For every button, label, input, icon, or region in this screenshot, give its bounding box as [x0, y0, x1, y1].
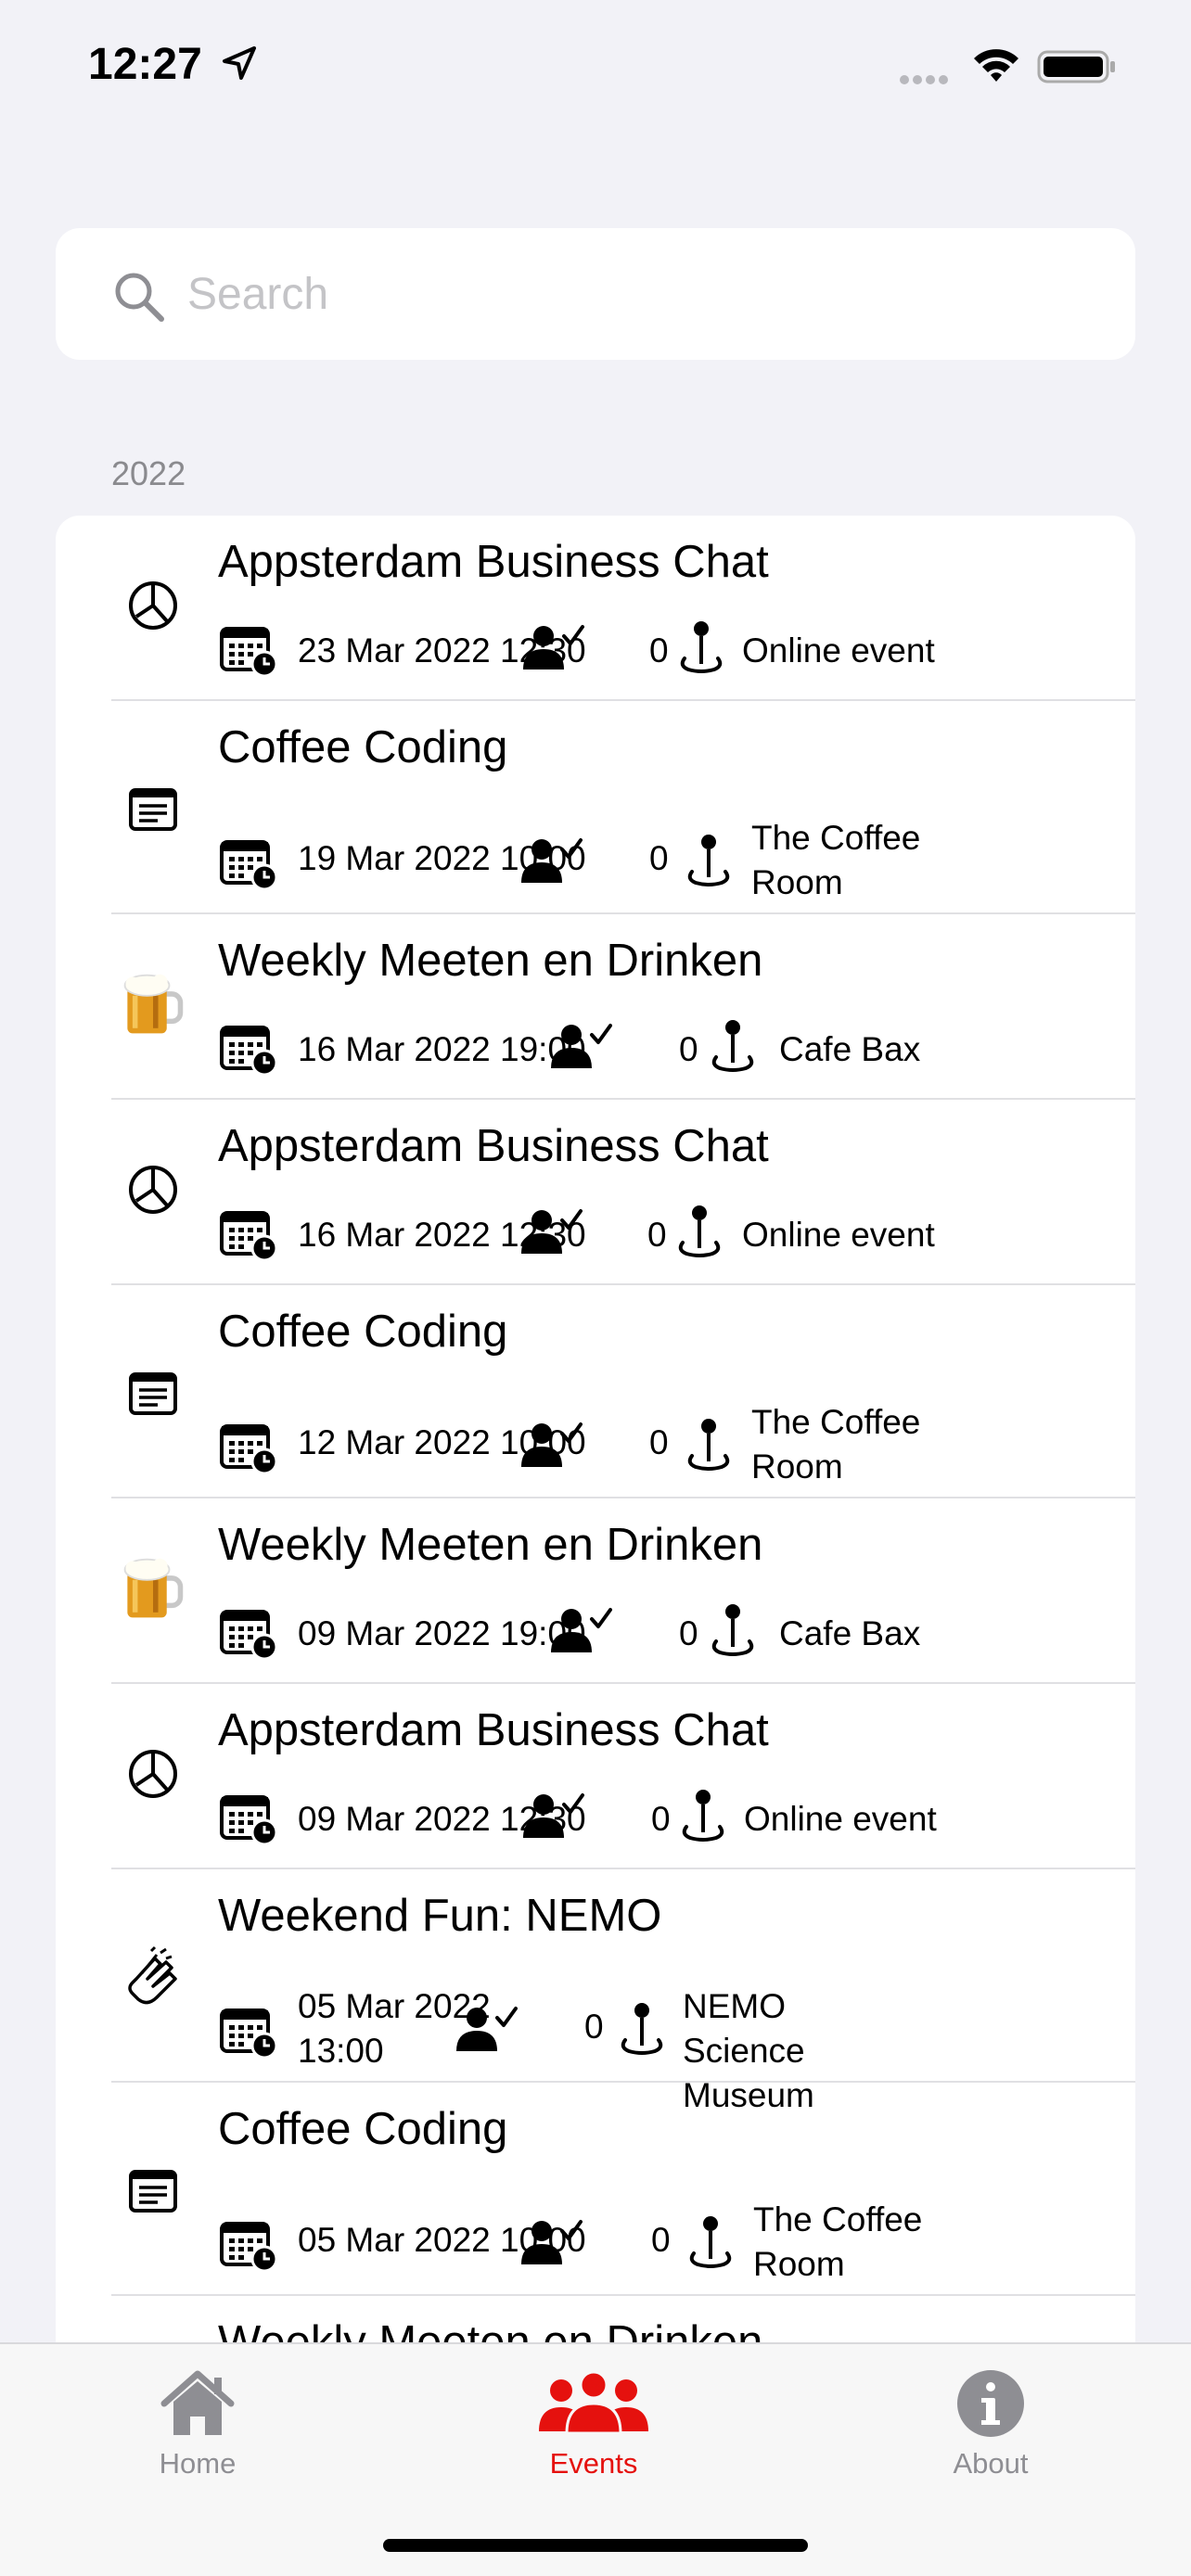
section-header-year: 2022 [111, 454, 186, 492]
attendee-count: 0 [649, 839, 669, 877]
beer-icon [121, 972, 186, 1037]
calendar-clock-icon [220, 1421, 279, 1475]
map-pin-icon [677, 1788, 729, 1843]
event-title: Coffee Coding [218, 2104, 508, 2154]
event-meta: 05 Mar 2022 10:00 0 The Coffee Room [218, 2200, 1117, 2300]
map-pin-icon [707, 1602, 759, 1658]
event-location: Cafe Bax [779, 1030, 921, 1068]
event-meta: 12 Mar 2022 10:00 0 The Coffee Room [218, 1403, 1117, 1502]
search-placeholder: Search [187, 270, 329, 319]
calendar-clock-icon [220, 836, 279, 891]
newspaper-icon [121, 2159, 186, 2224]
event-row[interactable]: Coffee Coding 19 Mar 2022 10:00 0 The Coffe… [56, 701, 1135, 914]
search-bar[interactable]: Search [56, 228, 1135, 360]
wifi-icon [974, 49, 1018, 82]
attendee-count: 0 [584, 2008, 604, 2046]
event-title: Weekend Fun: NEMO [218, 1891, 662, 1941]
status-bar: 12:27 [0, 0, 1191, 130]
tab-about-label: About [953, 2447, 1029, 2480]
event-title: Coffee Coding [218, 722, 508, 772]
event-title: Weekly Meeten en Drinken [218, 936, 763, 986]
calendar-clock-icon [220, 2218, 279, 2273]
attendees-icon [519, 836, 583, 885]
event-title: Weekly Meeten en Drinken [218, 1520, 763, 1570]
calendar-clock-icon [220, 623, 279, 678]
newspaper-icon [121, 1361, 186, 1426]
events-list: Appsterdam Business Chat 23 Mar 2022 12:3… [56, 516, 1135, 2576]
clapping-hands-icon [121, 1945, 186, 2010]
attendee-count: 0 [679, 1030, 698, 1068]
tab-home[interactable]: Home [105, 2365, 290, 2480]
event-row[interactable]: Appsterdam Business Chat 09 Mar 2022 12:3… [56, 1684, 1135, 1869]
attendees-icon [549, 1022, 612, 1070]
attendees-icon [455, 2005, 518, 2053]
calendar-clock-icon [220, 1792, 279, 1846]
pie-chart-icon [121, 573, 186, 638]
map-pin-icon [683, 1417, 735, 1473]
event-meta: 05 Mar 2022 13:00 0 NEMO Science Museum [218, 1987, 1117, 2114]
pie-chart-icon [121, 1741, 186, 1806]
attendee-count: 0 [647, 1216, 667, 1254]
event-meta: 19 Mar 2022 10:00 0 The Coffee Room [218, 819, 1117, 918]
map-pin-icon [673, 1204, 725, 1259]
event-row[interactable]: Coffee Coding 12 Mar 2022 10:00 0 The Coffe… [56, 1285, 1135, 1498]
event-date: 16 Mar 2022 19:00 [298, 1030, 586, 1068]
map-pin-icon [616, 2001, 668, 2057]
map-pin-icon [683, 833, 735, 888]
map-pin-icon [707, 1018, 759, 1074]
event-location: Online event [742, 631, 935, 670]
attendee-count: 0 [649, 1423, 669, 1461]
status-time: 12:27 [88, 40, 202, 89]
event-location: The Coffee Room [753, 2200, 923, 2283]
tab-events[interactable]: Events [501, 2365, 686, 2480]
pie-chart-icon [121, 1157, 186, 1222]
battery-icon [1037, 50, 1115, 83]
calendar-clock-icon [220, 1022, 279, 1077]
map-pin-icon [675, 619, 727, 675]
tab-about[interactable]: About [898, 2365, 1083, 2480]
event-location: Online event [744, 1800, 937, 1838]
location-arrow-icon [223, 46, 256, 80]
tab-events-label: Events [549, 2447, 638, 2480]
info-icon [957, 2370, 1024, 2437]
attendees-icon [549, 1606, 612, 1654]
event-title: Appsterdam Business Chat [218, 1121, 769, 1171]
event-title: Appsterdam Business Chat [218, 1705, 769, 1755]
event-location: The Coffee Room [751, 1403, 921, 1486]
attendees-icon [521, 1792, 584, 1840]
signal-icon [900, 72, 952, 89]
event-location: Cafe Bax [779, 1614, 921, 1652]
event-row[interactable]: Appsterdam Business Chat 16 Mar 2022 12:3… [56, 1100, 1135, 1285]
attendees-icon [519, 1207, 583, 1256]
attendees-icon [521, 623, 584, 671]
event-title: Coffee Coding [218, 1307, 508, 1357]
calendar-clock-icon [220, 2005, 279, 2060]
event-title: Appsterdam Business Chat [218, 537, 769, 587]
search-icon [115, 273, 164, 322]
house-icon [160, 2370, 235, 2435]
event-row[interactable]: Weekly Meeten en Drinken 16 Mar 2022 19:0… [56, 914, 1135, 1100]
beer-icon [121, 1556, 186, 1621]
event-row[interactable]: Weekend Fun: NEMO 05 Mar 2022 13:00 0 NEMO … [56, 1869, 1135, 2114]
attendees-icon [519, 1421, 583, 1469]
event-row[interactable]: Coffee Coding 05 Mar 2022 10:00 0 The Coffe… [56, 2083, 1135, 2296]
calendar-clock-icon [220, 1207, 279, 1262]
tab-home-label: Home [159, 2447, 237, 2480]
map-pin-icon [685, 2214, 736, 2270]
attendees-icon [519, 2218, 583, 2266]
event-location: Online event [742, 1216, 935, 1254]
attendee-count: 0 [649, 631, 669, 670]
event-row[interactable]: Weekly Meeten en Drinken 09 Mar 2022 19:0… [56, 1498, 1135, 1684]
event-location: The Coffee Room [751, 819, 921, 901]
event-row[interactable]: Appsterdam Business Chat 23 Mar 2022 12:3… [56, 516, 1135, 701]
people-icon [539, 2370, 648, 2435]
event-date: 09 Mar 2022 19:00 [298, 1614, 586, 1652]
home-indicator [383, 2539, 808, 2552]
newspaper-icon [121, 777, 186, 842]
attendee-count: 0 [679, 1614, 698, 1652]
attendee-count: 0 [651, 2221, 671, 2259]
attendee-count: 0 [651, 1800, 671, 1838]
calendar-clock-icon [220, 1606, 279, 1661]
